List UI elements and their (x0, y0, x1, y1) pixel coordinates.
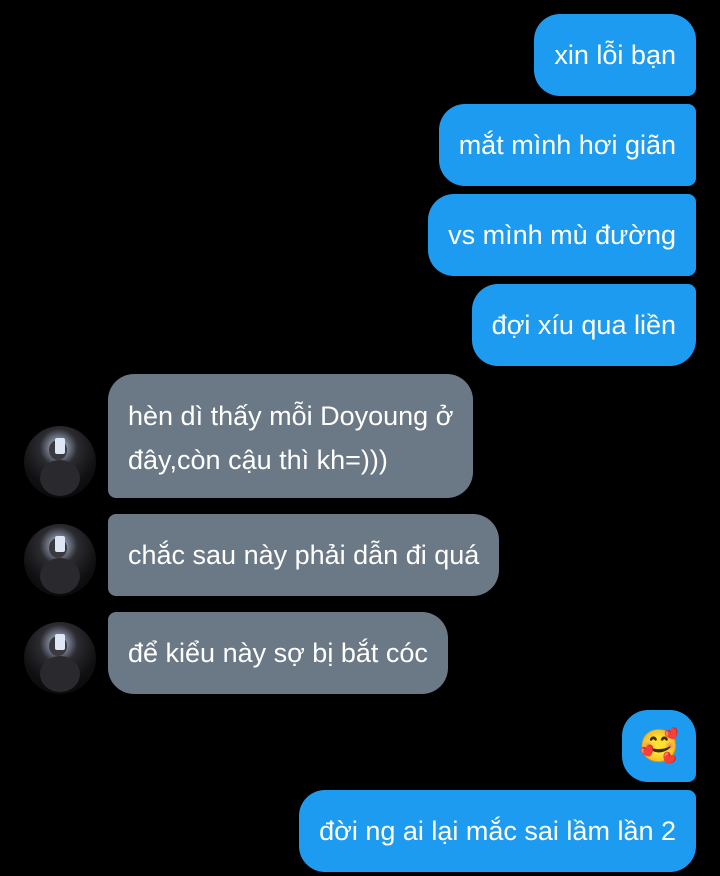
message-bubble-outgoing-2[interactable]: mắt mình hơi giãn (438, 104, 696, 186)
message-bubble-outgoing-3[interactable]: vs mình mù đường (428, 194, 696, 276)
message-bubble-incoming-3[interactable]: để kiểu này sợ bị bắt cóc (108, 612, 448, 694)
message-line-2: đây,còn cậu thì kh=))) (128, 445, 388, 475)
contact-avatar[interactable] (24, 524, 96, 596)
contact-avatar[interactable] (24, 622, 96, 694)
message-bubble-incoming-2[interactable]: chắc sau này phải dẫn đi quá (108, 514, 500, 596)
message-bubble-outgoing-1[interactable]: xin lỗi bạn (534, 14, 696, 96)
message-bubble-outgoing-5[interactable]: đời ng ai lại mắc sai lầm lần 2 (299, 790, 696, 872)
smiling-face-with-hearts-icon: 🥰 (639, 727, 679, 765)
contact-avatar[interactable] (24, 426, 96, 498)
message-bubble-outgoing-4[interactable]: đợi xíu qua liền (471, 284, 696, 366)
message-bubble-incoming-1[interactable]: hèn dì thấy mỗi Doyoung ở đây,còn cậu th… (108, 374, 474, 498)
message-bubble-outgoing-emoji[interactable]: 🥰 (622, 710, 696, 782)
message-line-1: hèn dì thấy mỗi Doyoung ở (128, 401, 454, 431)
